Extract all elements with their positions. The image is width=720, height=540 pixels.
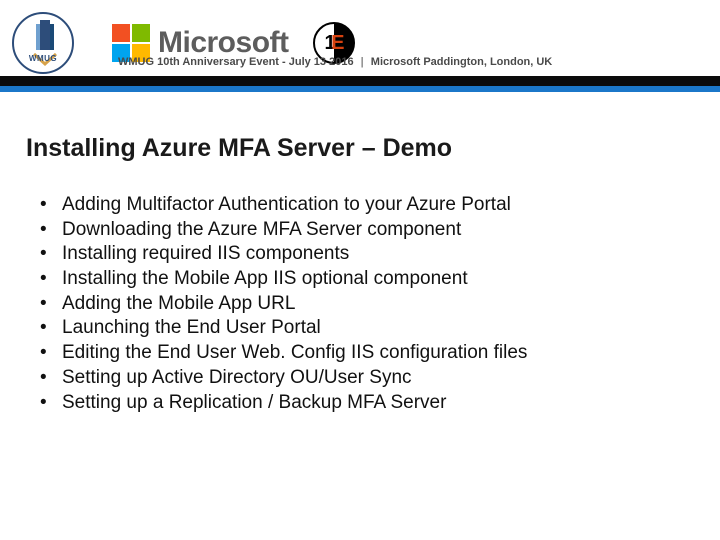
tagline-separator: | xyxy=(361,56,364,68)
header-accent-bar xyxy=(0,86,720,92)
bullet-list: Adding Multifactor Authentication to you… xyxy=(26,193,694,415)
list-item: Setting up Active Directory OU/User Sync xyxy=(40,366,694,391)
list-item: Adding the Mobile App URL xyxy=(40,292,694,317)
wmug-logo: WMUG xyxy=(12,12,74,74)
slide: WMUG Microsoft 1 E WMUG 10th Anniversary… xyxy=(0,0,720,540)
list-item: Setting up a Replication / Backup MFA Se… xyxy=(40,391,694,416)
list-item: Downloading the Azure MFA Server compone… xyxy=(40,218,694,243)
header-bottom-bar xyxy=(0,76,720,86)
list-item: Installing required IIS components xyxy=(40,242,694,267)
tagline-event: WMUG 10th Anniversary Event - July 13 20… xyxy=(118,56,354,68)
slide-body: Installing Azure MFA Server – Demo Addin… xyxy=(0,86,720,415)
slide-title: Installing Azure MFA Server – Demo xyxy=(26,134,694,163)
microsoft-wordmark: Microsoft xyxy=(158,26,289,60)
one-e-digit-e: E xyxy=(331,32,344,55)
list-item: Editing the End User Web. Config IIS con… xyxy=(40,341,694,366)
list-item: Installing the Mobile App IIS optional c… xyxy=(40,267,694,292)
list-item: Adding Multifactor Authentication to you… xyxy=(40,193,694,218)
wmug-logo-svg xyxy=(14,14,74,74)
list-item: Launching the End User Portal xyxy=(40,316,694,341)
tagline-location: Microsoft Paddington, London, UK xyxy=(371,56,552,68)
wmug-label: WMUG xyxy=(29,54,57,63)
header-band: WMUG Microsoft 1 E WMUG 10th Anniversary… xyxy=(0,0,720,86)
header-tagline: WMUG 10th Anniversary Event - July 13 20… xyxy=(118,56,552,68)
